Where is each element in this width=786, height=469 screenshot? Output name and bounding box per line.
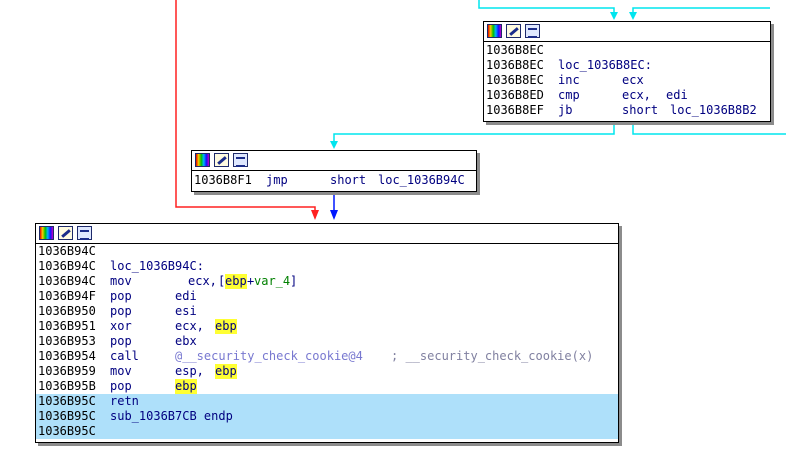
label: loc_1036B8EC: bbox=[558, 58, 652, 72]
mnemonic: retn bbox=[110, 394, 139, 408]
color-palette-icon[interactable] bbox=[39, 226, 54, 240]
label: sub_1036B7CB endp bbox=[110, 409, 233, 423]
call-target[interactable]: @__security_check_cookie@4 bbox=[175, 349, 363, 364]
address: 1036B95C bbox=[38, 409, 96, 423]
register-ebp-highlight[interactable]: ebp bbox=[215, 319, 237, 334]
asm-line[interactable]: 1036B950 pop esi bbox=[38, 304, 616, 319]
asm-line[interactable]: 1036B94C bbox=[38, 244, 616, 259]
address: 1036B95C bbox=[38, 394, 96, 408]
address: 1036B95B bbox=[38, 379, 96, 393]
edge-into-node-a-right bbox=[632, 7, 770, 18]
address: 1036B8EF bbox=[486, 103, 544, 117]
color-palette-icon[interactable] bbox=[195, 153, 210, 167]
address: 1036B94C bbox=[38, 259, 96, 273]
address: 1036B951 bbox=[38, 319, 96, 333]
graph-node-loc-1036b8ec[interactable]: 1036B8EC 1036B8EC loc_1036B8EC: 1036B8EC… bbox=[483, 21, 771, 122]
address: 1036B8EC bbox=[486, 73, 544, 87]
asm-line[interactable]: 1036B959 mov esp, ebp bbox=[38, 364, 616, 379]
mnemonic: pop bbox=[110, 379, 132, 393]
address: 1036B8F1 bbox=[194, 173, 252, 187]
register-ebp-highlight[interactable]: ebp bbox=[215, 364, 237, 379]
arrowhead-b bbox=[330, 141, 338, 149]
asm-line[interactable]: 1036B8EC inc ecx bbox=[486, 73, 768, 88]
operand: ecx, bbox=[622, 88, 651, 102]
asm-line[interactable]: 1036B951 xor ecx, ebp bbox=[38, 319, 616, 334]
mnemonic: jb bbox=[558, 103, 573, 117]
graph-node-loc-1036b94c[interactable]: 1036B94C 1036B94C loc_1036B94C: 1036B94C… bbox=[35, 223, 619, 443]
stack-variable[interactable]: var_4 bbox=[254, 274, 290, 289]
operand: esp, bbox=[175, 364, 204, 378]
edit-node-icon[interactable] bbox=[214, 153, 229, 167]
edge-node-a-to-node-b bbox=[333, 121, 615, 145]
mnemonic: jmp bbox=[266, 173, 288, 187]
asm-line[interactable]: 1036B8EF jb short loc_1036B8B2 bbox=[486, 103, 768, 118]
operand: esi bbox=[175, 304, 197, 318]
graph-overview-icon[interactable] bbox=[77, 226, 92, 240]
mnemonic: inc bbox=[558, 73, 580, 87]
asm-line[interactable]: 1036B8EC bbox=[486, 43, 768, 58]
arrowhead-a-right bbox=[629, 12, 637, 20]
memory-bracket-close: ] bbox=[290, 274, 298, 288]
address: 1036B954 bbox=[38, 349, 96, 363]
mnemonic: call bbox=[110, 349, 139, 363]
operand: short bbox=[622, 103, 659, 117]
operand: ecx bbox=[622, 73, 644, 87]
edge-node-a-to-right bbox=[632, 121, 786, 135]
jump-target[interactable]: loc_1036B94C bbox=[378, 173, 465, 188]
register-ebp-highlight[interactable]: ebp bbox=[225, 274, 247, 289]
address: 1036B953 bbox=[38, 334, 96, 348]
mnemonic: mov bbox=[110, 364, 132, 378]
operand: edi bbox=[175, 289, 197, 303]
graph-overview-icon[interactable] bbox=[525, 24, 540, 38]
operand: edi bbox=[666, 88, 688, 102]
asm-line-selected[interactable]: 1036B95C sub_1036B7CB endp bbox=[36, 409, 618, 424]
address: 1036B94C bbox=[38, 274, 96, 288]
operand: ecx, bbox=[188, 274, 217, 288]
graph-node-jmp-1036b8f1[interactable]: 1036B8F1 jmp short loc_1036B94C bbox=[191, 150, 477, 192]
label: loc_1036B94C: bbox=[110, 259, 204, 273]
asm-line[interactable]: 1036B8ED cmp ecx, edi bbox=[486, 88, 768, 103]
mnemonic: cmp bbox=[558, 88, 580, 102]
arrowhead-red-c bbox=[311, 210, 319, 220]
asm-line[interactable]: 1036B94C loc_1036B94C: bbox=[38, 259, 616, 274]
graph-overview-icon[interactable] bbox=[233, 153, 248, 167]
asm-line-selected[interactable]: 1036B95C retn bbox=[36, 394, 618, 409]
arrowhead-blue-c bbox=[330, 210, 338, 220]
asm-line[interactable]: 1036B94F pop edi bbox=[38, 289, 616, 304]
address: 1036B950 bbox=[38, 304, 96, 318]
edit-node-icon[interactable] bbox=[506, 24, 521, 38]
asm-line[interactable]: 1036B94C mov ecx, [ ebp + var_4 ] bbox=[38, 274, 616, 289]
jump-target[interactable]: loc_1036B8B2 bbox=[670, 103, 757, 118]
asm-line[interactable]: 1036B954 call @__security_check_cookie@4… bbox=[38, 349, 616, 364]
node-toolbar bbox=[192, 151, 476, 171]
mnemonic: mov bbox=[110, 274, 132, 288]
address: 1036B959 bbox=[38, 364, 96, 378]
operand: short bbox=[330, 173, 367, 187]
asm-line[interactable]: 1036B953 pop ebx bbox=[38, 334, 616, 349]
address: 1036B95C bbox=[38, 424, 96, 438]
register-ebp-highlight[interactable]: ebp bbox=[175, 379, 197, 394]
address: 1036B8EC bbox=[486, 43, 544, 57]
asm-line[interactable]: 1036B95B pop ebp bbox=[38, 379, 616, 394]
address: 1036B8ED bbox=[486, 88, 544, 102]
operand: ecx, bbox=[175, 319, 204, 333]
asm-line[interactable]: 1036B8F1 jmp short loc_1036B94C bbox=[194, 173, 474, 188]
arrowhead-a-left bbox=[610, 12, 618, 20]
address: 1036B8EC bbox=[486, 58, 544, 72]
mnemonic: xor bbox=[110, 319, 132, 333]
address: 1036B94C bbox=[38, 244, 96, 258]
edit-node-icon[interactable] bbox=[58, 226, 73, 240]
mnemonic: pop bbox=[110, 334, 132, 348]
comment: ; __security_check_cookie(x) bbox=[391, 349, 594, 363]
asm-line[interactable]: 1036B8EC loc_1036B8EC: bbox=[486, 58, 768, 73]
edge-into-node-a-left bbox=[478, 0, 615, 18]
address: 1036B94F bbox=[38, 289, 96, 303]
mnemonic: pop bbox=[110, 289, 132, 303]
node-toolbar bbox=[484, 22, 770, 42]
mnemonic: pop bbox=[110, 304, 132, 318]
node-toolbar bbox=[36, 224, 618, 244]
operand: ebx bbox=[175, 334, 197, 348]
asm-line-selected[interactable]: 1036B95C bbox=[36, 424, 618, 439]
color-palette-icon[interactable] bbox=[487, 24, 502, 38]
